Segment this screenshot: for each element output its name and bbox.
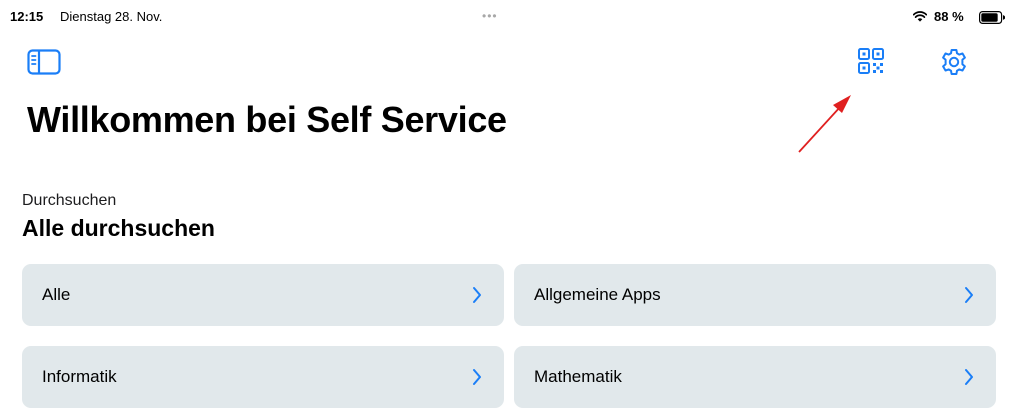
- wifi-icon: [913, 11, 927, 22]
- category-card-mathematik[interactable]: Mathematik: [514, 346, 996, 408]
- status-bar: 12:15 Dienstag 28. Nov. ••• 88 %: [0, 0, 1009, 36]
- status-time: 12:15: [10, 9, 44, 24]
- battery-percentage: 88 %: [934, 9, 964, 24]
- sidebar-toggle-icon: [27, 49, 61, 75]
- category-card-allgemeine-apps[interactable]: Allgemeine Apps: [514, 264, 996, 326]
- battery-icon: [979, 11, 1005, 24]
- qr-code-icon: [858, 48, 884, 74]
- settings-button[interactable]: [937, 45, 971, 79]
- category-label: Mathematik: [534, 367, 622, 386]
- section-caption: Durchsuchen: [22, 192, 117, 209]
- chevron-right-icon: [473, 369, 481, 385]
- category-card-alle[interactable]: Alle: [22, 264, 504, 326]
- section-title: Alle durchsuchen: [22, 215, 215, 241]
- page-title: Willkommen bei Self Service: [27, 99, 507, 140]
- gear-icon: [942, 49, 966, 75]
- qr-code-button[interactable]: [855, 45, 887, 77]
- category-label: Alle: [42, 285, 71, 304]
- sidebar-toggle-button[interactable]: [27, 49, 61, 75]
- category-card-informatik[interactable]: Informatik: [22, 346, 504, 408]
- status-date: Dienstag 28. Nov.: [60, 9, 163, 24]
- category-label: Allgemeine Apps: [534, 285, 661, 304]
- annotation-arrow: [798, 95, 851, 153]
- category-label: Informatik: [42, 367, 117, 386]
- multitasking-dots[interactable]: •••: [482, 9, 498, 23]
- chevron-right-icon: [965, 287, 973, 303]
- chevron-right-icon: [473, 287, 481, 303]
- chevron-right-icon: [965, 369, 973, 385]
